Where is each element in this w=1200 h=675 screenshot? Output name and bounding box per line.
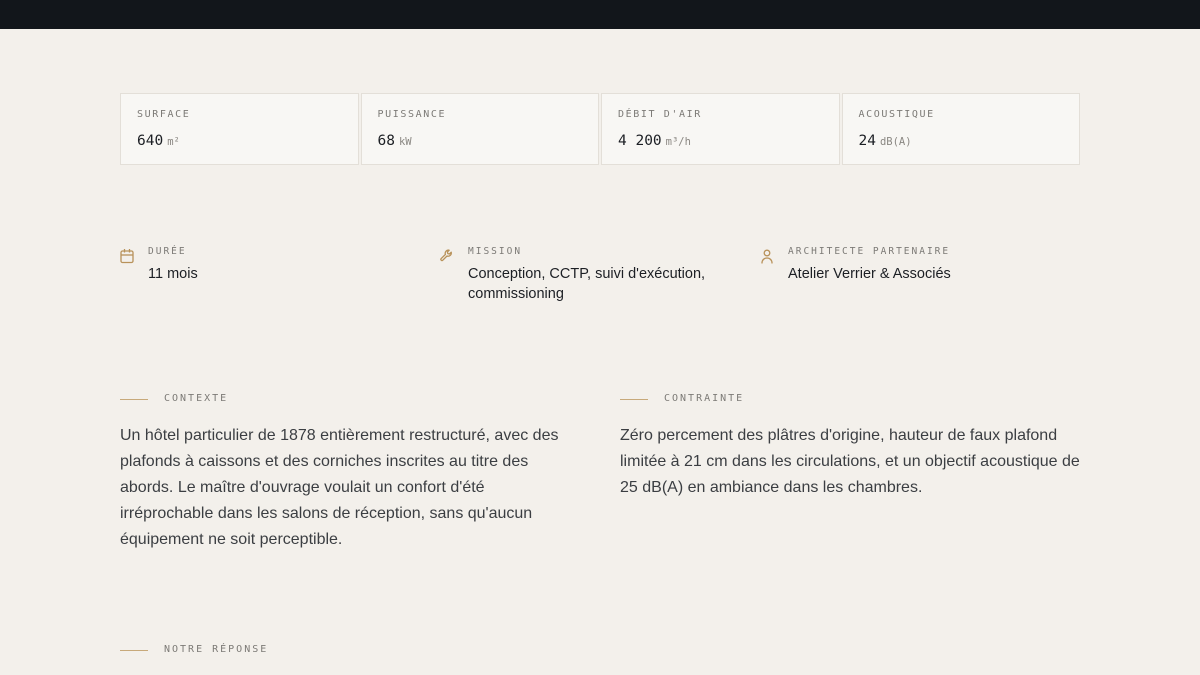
section-rule — [120, 649, 148, 651]
wrench-icon — [440, 248, 454, 264]
stat-value: 24 dB(A) — [859, 133, 1064, 150]
stat-unit: m² — [167, 136, 180, 148]
stat-label: DÉBIT D'AIR — [618, 109, 702, 120]
stat-number: 24 — [858, 133, 876, 149]
meta-architecte: ARCHITECTE PARTENAIRE Atelier Verrier & … — [760, 246, 1080, 304]
stat-value: 68 kW — [378, 133, 583, 150]
user-icon — [760, 248, 774, 264]
section-heading-contrainte: CONTRAINTE — [620, 393, 744, 405]
section-rule — [620, 398, 648, 400]
contexte-text: Un hôtel particulier de 1878 entièrement… — [120, 427, 559, 548]
stat-unit: m³/h — [665, 136, 691, 148]
meta-label: DURÉE — [148, 246, 187, 257]
meta-label: MISSION — [468, 246, 523, 257]
section-label: NOTRE RÉPONSE — [164, 644, 269, 655]
stat-number: 68 — [377, 133, 395, 149]
stat-label: PUISSANCE — [377, 109, 447, 120]
stat-unit: dB(A) — [879, 136, 912, 148]
meta-value: Atelier Verrier & Associés — [788, 266, 951, 282]
key-figures: SURFACE 640 m² PUISSANCE 68 kW DÉBIT D'AIR… — [120, 93, 1080, 165]
stat-label: SURFACE — [137, 109, 191, 120]
section-label: CONTEXTE — [164, 393, 229, 404]
meta-value: Conception, CCTP, suivi d'exécution, com… — [468, 266, 706, 302]
stat-value: 640 m² — [137, 133, 342, 150]
meta-value: 11 mois — [148, 266, 198, 282]
project-meta: DURÉE 11 mois MISSION Conception, CCTP, … — [120, 246, 1080, 304]
stat-surface: SURFACE 640 m² — [120, 93, 359, 165]
meta-label: ARCHITECTE PARTENAIRE — [788, 246, 951, 257]
section-heading-reponse: NOTRE RÉPONSE — [120, 644, 268, 656]
stat-value: 4 200 m³/h — [618, 133, 823, 150]
stat-unit: kW — [398, 136, 412, 148]
section-label: CONTRAINTE — [664, 393, 745, 404]
section-heading-contexte: CONTEXTE — [120, 393, 228, 405]
top-navigation-bar — [0, 0, 1200, 29]
stat-debit-air: DÉBIT D'AIR 4 200 m³/h — [601, 93, 840, 165]
stat-number: 640 — [137, 133, 164, 149]
stat-puissance: PUISSANCE 68 kW — [360, 93, 599, 165]
contrainte-text: Zéro percement des plâtres d'origine, ha… — [620, 427, 1080, 496]
stat-label: ACOUSTIQUE — [858, 109, 935, 120]
meta-mission: MISSION Conception, CCTP, suivi d'exécut… — [440, 246, 760, 304]
stat-number: 4 200 — [618, 133, 662, 149]
calendar-icon — [120, 248, 134, 264]
meta-duree: DURÉE 11 mois — [120, 246, 440, 304]
stat-acoustique: ACOUSTIQUE 24 dB(A) — [841, 93, 1080, 165]
section-rule — [120, 398, 148, 400]
